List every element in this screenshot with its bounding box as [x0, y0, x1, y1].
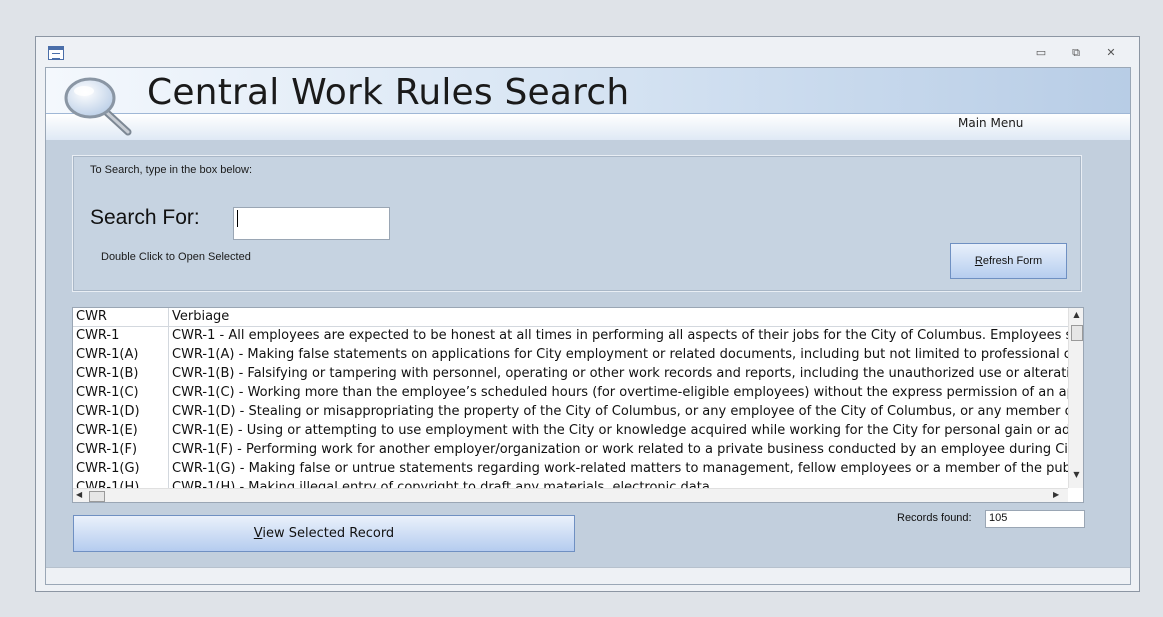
double-click-hint: Double Click to Open Selected [101, 251, 251, 263]
row-verbiage: CWR-1 - All employees are expected to be… [172, 328, 1068, 343]
restore-button[interactable]: ⧉ [1065, 45, 1087, 61]
column-header-verbiage: Verbiage [172, 309, 230, 324]
search-panel: To Search, type in the box below: Search… [72, 155, 1082, 292]
search-hint: To Search, type in the box below: [90, 164, 253, 176]
vertical-scroll-thumb[interactable] [1071, 325, 1083, 341]
scroll-down-arrow-icon[interactable]: ▼ [1069, 470, 1083, 482]
form-header: Central Work Rules Search Main Menu [46, 68, 1130, 140]
magnifier-icon [64, 77, 132, 136]
horizontal-scrollbar[interactable]: ◀ ▶ [73, 488, 1068, 502]
minimize-button[interactable]: ▭ [1030, 45, 1052, 61]
text-caret [237, 210, 238, 227]
app-window: ▭ ⧉ ✕ Central Work Rules Search Main Men… [35, 36, 1140, 592]
form-footer [46, 567, 1130, 584]
search-label: Search For: [90, 206, 200, 229]
scroll-up-arrow-icon[interactable]: ▲ [1069, 310, 1083, 322]
row-cwr: CWR-1(F) [76, 442, 138, 457]
title-bar: ▭ ⧉ ✕ [36, 37, 1139, 67]
row-verbiage: CWR-1(H) - Making illegal entry of copyr… [172, 480, 714, 488]
scroll-left-arrow-icon[interactable]: ◀ [76, 490, 82, 499]
row-verbiage: CWR-1(F) - Performing work for another e… [172, 442, 1068, 457]
list-item[interactable]: CWR-1(G) CWR-1(G) - Making false or untr… [73, 460, 1069, 479]
main-menu-link[interactable]: Main Menu [958, 116, 1023, 130]
row-cwr: CWR-1(G) [76, 461, 140, 476]
horizontal-scroll-thumb[interactable] [89, 491, 105, 502]
list-item[interactable]: CWR-1(D) CWR-1(D) - Stealing or misappro… [73, 403, 1069, 422]
list-item[interactable]: CWR-1 CWR-1 - All employees are expected… [73, 327, 1069, 346]
list-item[interactable]: CWR-1(B) CWR-1(B) - Falsifying or tamper… [73, 365, 1069, 384]
form-icon [48, 46, 64, 60]
refresh-accel-key: R [974, 255, 983, 267]
column-header-cwr: CWR [76, 309, 107, 324]
scroll-right-arrow-icon[interactable]: ▶ [1053, 490, 1059, 499]
page-title: Central Work Rules Search [147, 72, 630, 113]
row-cwr: CWR-1(D) [76, 404, 140, 419]
row-verbiage: CWR-1(B) - Falsifying or tampering with … [172, 366, 1068, 381]
list-header: CWR Verbiage [73, 308, 1069, 327]
row-cwr: CWR-1(E) [76, 423, 138, 438]
view-label: iew Selected Record [262, 526, 395, 541]
refresh-form-button[interactable]: Refresh Form [950, 243, 1067, 279]
row-cwr: CWR-1(B) [76, 366, 139, 381]
list-item[interactable]: CWR-1(E) CWR-1(E) - Using or attempting … [73, 422, 1069, 441]
row-cwr: CWR-1 [76, 328, 120, 343]
vertical-scrollbar[interactable]: ▲ ▼ [1068, 308, 1083, 488]
row-cwr: CWR-1(A) [76, 347, 139, 362]
search-form: Central Work Rules Search Main Menu To S… [45, 67, 1131, 585]
results-list[interactable]: CWR Verbiage CWR-1 CWR-1 - All employees… [72, 307, 1084, 503]
list-item[interactable]: CWR-1(H) CWR-1(H) - Making illegal entry… [73, 479, 1069, 488]
row-verbiage: CWR-1(G) - Making false or untrue statem… [172, 461, 1068, 476]
row-cwr: CWR-1(C) [76, 385, 139, 400]
refresh-label: efresh Form [982, 255, 1043, 267]
row-verbiage: CWR-1(E) - Using or attempting to use em… [172, 423, 1068, 438]
view-selected-record-button[interactable]: View Selected Record [73, 515, 575, 552]
records-found-label: Records found: [897, 512, 972, 524]
row-verbiage: CWR-1(A) - Making false statements on ap… [172, 347, 1068, 362]
row-verbiage: CWR-1(D) - Stealing or misappropriating … [172, 404, 1068, 419]
list-item[interactable]: CWR-1(A) CWR-1(A) - Making false stateme… [73, 346, 1069, 365]
row-verbiage: CWR-1(C) - Working more than the employe… [172, 385, 1068, 400]
search-input[interactable] [233, 207, 390, 240]
row-cwr: CWR-1(H) [76, 480, 140, 488]
records-found-count: 105 [985, 510, 1085, 528]
list-item[interactable]: CWR-1(F) CWR-1(F) - Performing work for … [73, 441, 1069, 460]
list-item[interactable]: CWR-1(C) CWR-1(C) - Working more than th… [73, 384, 1069, 403]
close-button[interactable]: ✕ [1100, 45, 1122, 61]
